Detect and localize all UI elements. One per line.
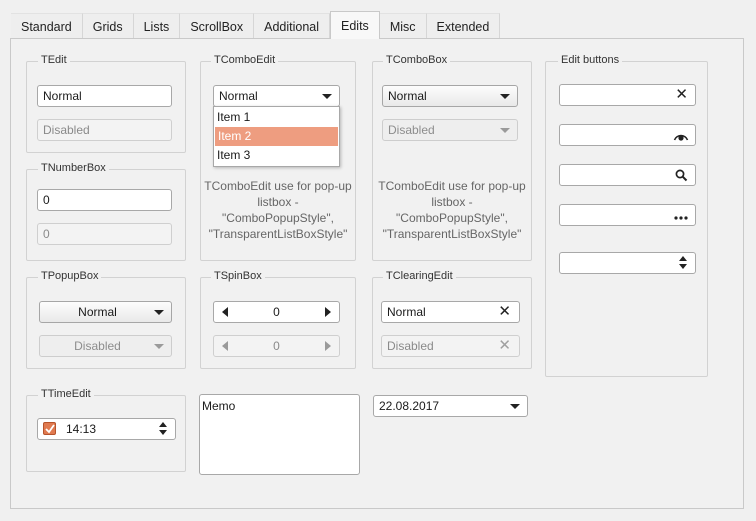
- tclearingedit-input[interactable]: Normal ✕: [381, 301, 520, 323]
- tab-lists[interactable]: Lists: [133, 13, 181, 39]
- tnumberbox-disabled-input: 0: [37, 223, 172, 245]
- note-line: TComboEdit use for pop-up: [204, 179, 352, 193]
- chevron-down-icon: [500, 128, 510, 133]
- tpopupbox-normal-label: Normal: [78, 305, 117, 319]
- tnumberbox-input[interactable]: 0: [37, 189, 172, 211]
- tedit-normal-input[interactable]: Normal: [37, 85, 172, 107]
- tedit-title: TEdit: [38, 54, 70, 66]
- clear-icon: ✕: [498, 337, 511, 354]
- ttimeedit-checkbox[interactable]: [43, 422, 56, 435]
- tpopupbox-disabled: Disabled: [39, 335, 172, 357]
- chevron-down-icon: [154, 344, 164, 349]
- tcombobox-title: TComboBox: [383, 54, 451, 66]
- tab-bar: Standard Grids Lists ScrollBox Additiona…: [11, 11, 501, 39]
- chevron-down-icon[interactable]: [510, 404, 520, 409]
- chevron-down-icon[interactable]: [322, 94, 332, 99]
- tpopupbox-disabled-label: Disabled: [74, 339, 121, 353]
- tcombobox-disabled-label: Disabled: [388, 123, 435, 137]
- clear-icon[interactable]: ✕: [498, 302, 511, 322]
- tcomboedit-note: TComboEdit use for pop-up listbox - "Com…: [200, 178, 356, 242]
- edit-with-password-button[interactable]: [559, 124, 696, 146]
- ttimeedit-input[interactable]: 14:13: [37, 418, 176, 440]
- tclearingedit-value: Normal: [387, 305, 426, 319]
- tcombobox-note: TComboEdit use for pop-up listbox - "Com…: [372, 178, 532, 242]
- tcombobox-normal-label: Normal: [388, 89, 427, 103]
- chevron-down-icon: [154, 310, 164, 315]
- memo-textarea[interactable]: Memo: [199, 394, 360, 475]
- tcombobox-disabled: Disabled: [382, 119, 518, 141]
- tab-extended[interactable]: Extended: [426, 13, 501, 39]
- edit-buttons-title: Edit buttons: [558, 54, 623, 66]
- tab-standard[interactable]: Standard: [11, 13, 83, 39]
- spin-arrows-icon[interactable]: [159, 422, 169, 436]
- tpopupbox-normal[interactable]: Normal: [39, 301, 172, 323]
- edit-with-ellipsis-button[interactable]: [559, 204, 696, 226]
- note-line: listbox -: [431, 195, 473, 209]
- note-line: "TransparentListBoxStyle": [382, 227, 522, 241]
- note-line: TComboEdit use for pop-up: [378, 179, 526, 193]
- tspinbox-input[interactable]: 0: [213, 301, 340, 323]
- decrement-arrow-icon: [222, 341, 228, 351]
- tcombobox-normal[interactable]: Normal: [382, 85, 518, 107]
- note-line: "ComboPopupStyle",: [396, 211, 508, 225]
- tnumberbox-title: TNumberBox: [38, 162, 109, 174]
- tcomboedit-value: Normal: [219, 89, 258, 103]
- password-eye-icon[interactable]: [673, 128, 689, 148]
- list-item[interactable]: Item 1: [214, 108, 339, 127]
- tedit-disabled-input: Disabled: [37, 119, 172, 141]
- tspinbox-value: 0: [273, 305, 280, 319]
- tab-additional[interactable]: Additional: [254, 13, 331, 39]
- tclearingedit-disabled-value: Disabled: [387, 339, 434, 353]
- decrement-arrow-icon[interactable]: [222, 307, 228, 317]
- increment-arrow-icon[interactable]: [325, 307, 331, 317]
- search-icon[interactable]: [675, 168, 688, 188]
- tab-scrollbox[interactable]: ScrollBox: [180, 13, 255, 39]
- tab-edits[interactable]: Edits: [330, 11, 380, 39]
- tcomboedit-input[interactable]: Normal: [213, 85, 340, 107]
- chevron-down-icon: [500, 94, 510, 99]
- tcomboedit-title: TComboEdit: [211, 54, 279, 66]
- tpopupbox-title: TPopupBox: [38, 270, 102, 282]
- edit-with-spin-buttons[interactable]: [559, 252, 696, 274]
- edit-with-search-button[interactable]: [559, 164, 696, 186]
- tcomboedit-dropdown-list: Item 1 Item 2 Item 3: [213, 106, 340, 167]
- ellipsis-icon[interactable]: [673, 209, 689, 229]
- date-edit-value: 22.08.2017: [379, 399, 440, 413]
- note-line: "ComboPopupStyle",: [222, 211, 334, 225]
- tnumberbox-group: [26, 169, 186, 261]
- date-edit[interactable]: 22.08.2017: [373, 395, 528, 417]
- tspinbox-disabled: 0: [213, 335, 340, 357]
- ttimeedit-value: 14:13: [66, 422, 97, 436]
- tspinbox-title: TSpinBox: [211, 270, 265, 282]
- increment-arrow-icon: [325, 341, 331, 351]
- tclearingedit-disabled: Disabled ✕: [381, 335, 520, 357]
- list-item[interactable]: Item 3: [214, 146, 339, 165]
- tspinbox-disabled-value: 0: [273, 339, 280, 353]
- tab-grids[interactable]: Grids: [82, 13, 134, 39]
- tab-misc[interactable]: Misc: [379, 13, 427, 39]
- ttimeedit-title: TTimeEdit: [38, 388, 94, 400]
- edit-with-clear-button[interactable]: ✕: [559, 84, 696, 106]
- note-line: "TransparentListBoxStyle": [208, 227, 348, 241]
- spin-arrows-icon[interactable]: [679, 256, 689, 270]
- tclearingedit-title: TClearingEdit: [383, 270, 456, 282]
- clear-icon[interactable]: ✕: [675, 85, 688, 105]
- list-item-selected[interactable]: Item 2: [215, 127, 338, 146]
- checkmark-icon: [45, 424, 55, 434]
- note-line: listbox -: [257, 195, 299, 209]
